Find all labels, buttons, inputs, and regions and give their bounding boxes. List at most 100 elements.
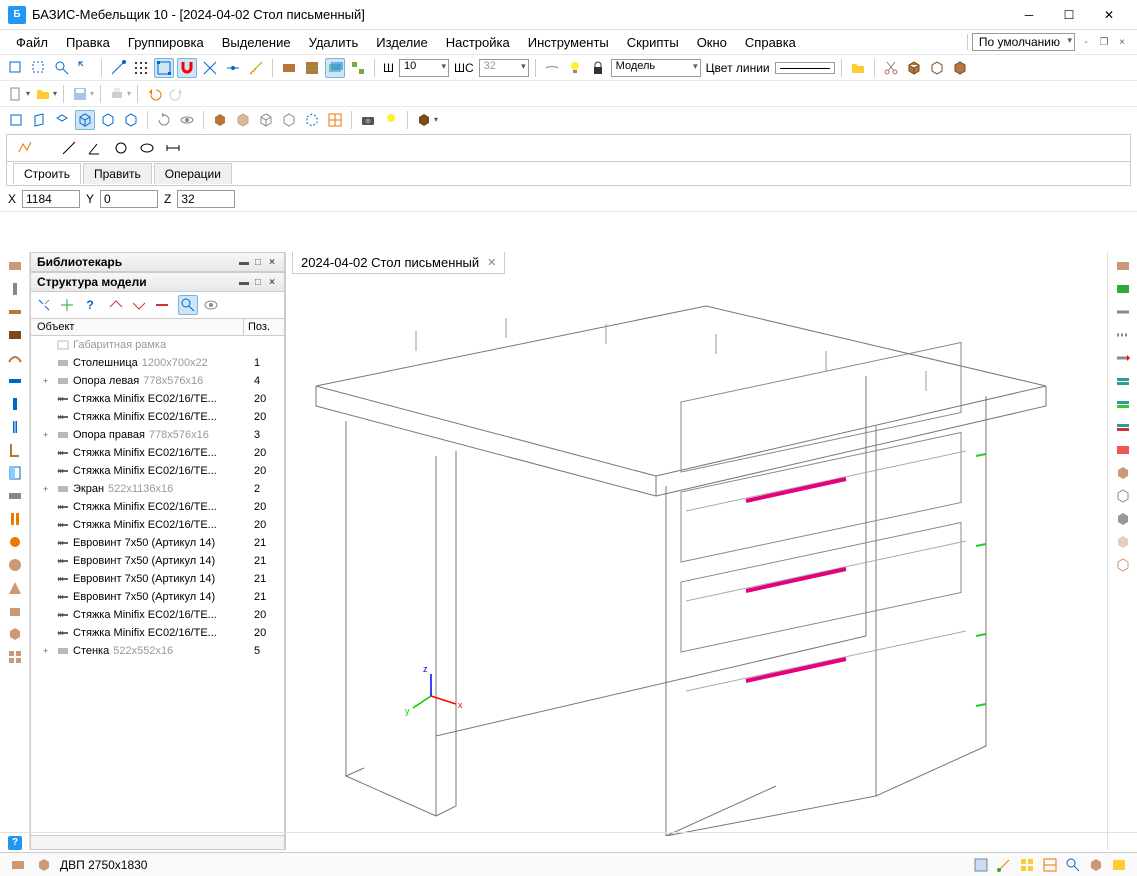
x-input[interactable] xyxy=(22,190,80,208)
snap-grid-icon[interactable] xyxy=(131,58,151,78)
tree-row[interactable]: Стяжка Minifix EC02/16/TE...20 xyxy=(31,408,284,426)
r-panel2-icon[interactable] xyxy=(1113,279,1133,299)
polyline-icon[interactable] xyxy=(15,138,35,158)
find-icon[interactable] xyxy=(178,295,198,315)
r-box4-icon[interactable] xyxy=(1113,532,1133,552)
mode-combo[interactable]: Модель xyxy=(611,59,701,77)
r-panel1-icon[interactable] xyxy=(1113,256,1133,276)
y-input[interactable] xyxy=(100,190,158,208)
r-box-icon[interactable] xyxy=(1113,463,1133,483)
r-layer1-icon[interactable] xyxy=(1113,371,1133,391)
model-view[interactable]: x y z xyxy=(286,276,1076,836)
rail-sphere-icon[interactable] xyxy=(5,555,25,575)
angle-icon[interactable] xyxy=(85,138,105,158)
tab-ops[interactable]: Операции xyxy=(154,163,232,184)
rail-hardware-icon[interactable] xyxy=(5,486,25,506)
print-dropdown-icon[interactable]: ▾ xyxy=(127,89,131,98)
rail-joint-icon[interactable] xyxy=(5,371,25,391)
shade1-icon[interactable] xyxy=(210,110,230,130)
tree-row[interactable]: +Экран522x1136x162 xyxy=(31,480,284,498)
minimize-button[interactable]: ─ xyxy=(1009,0,1049,30)
sb-icon7[interactable] xyxy=(1109,855,1129,875)
tree-row[interactable]: Стяжка Minifix EC02/16/TE...20 xyxy=(31,390,284,408)
sb-icon5[interactable] xyxy=(1063,855,1083,875)
tab-edit[interactable]: Править xyxy=(83,163,152,184)
line-color-sample[interactable] xyxy=(775,62,835,74)
tree-row[interactable]: Стяжка Minifix EC02/16/TE...20 xyxy=(31,444,284,462)
snap-node-icon[interactable] xyxy=(154,58,174,78)
view-iso3-icon[interactable] xyxy=(121,110,141,130)
split-view-icon[interactable] xyxy=(325,110,345,130)
rail-profile-icon[interactable] xyxy=(5,440,25,460)
tree-row[interactable]: +Опора правая778x576x163 xyxy=(31,426,284,444)
box1-icon[interactable] xyxy=(904,58,924,78)
material-dropdown-icon[interactable]: ▾ xyxy=(434,115,438,124)
sb-icon1[interactable] xyxy=(971,855,991,875)
light-icon[interactable] xyxy=(381,110,401,130)
rail-curve-icon[interactable] xyxy=(5,348,25,368)
menu-settings[interactable]: Настройка xyxy=(438,33,518,52)
z-input[interactable] xyxy=(177,190,235,208)
status-panel-icon[interactable] xyxy=(8,855,28,875)
mdi-close-icon[interactable]: × xyxy=(1115,35,1129,49)
menu-delete[interactable]: Удалить xyxy=(301,33,367,52)
view-iso2-icon[interactable] xyxy=(98,110,118,130)
r-box3-icon[interactable] xyxy=(1113,509,1133,529)
reveal-icon[interactable] xyxy=(542,58,562,78)
status-box-icon[interactable] xyxy=(34,855,54,875)
lock-icon[interactable] xyxy=(588,58,608,78)
tree-row[interactable]: Стяжка Minifix EC02/16/TE...20 xyxy=(31,606,284,624)
new-doc-icon[interactable] xyxy=(6,84,26,104)
orbit-icon[interactable] xyxy=(177,110,197,130)
panel-close2-icon[interactable]: × xyxy=(266,277,278,288)
up-icon[interactable] xyxy=(106,295,126,315)
tab-build[interactable]: Строить xyxy=(13,163,81,184)
save-dropdown-icon[interactable]: ▾ xyxy=(90,89,94,98)
maximize-button[interactable]: ☐ xyxy=(1049,0,1089,30)
snap-mid-icon[interactable] xyxy=(223,58,243,78)
group-icon[interactable] xyxy=(348,58,368,78)
open-doc-icon[interactable] xyxy=(33,84,53,104)
r-box5-icon[interactable] xyxy=(1113,555,1133,575)
tree-body[interactable]: Габаритная рамкаСтолешница1200x700x221+О… xyxy=(30,336,285,836)
layer-icon[interactable] xyxy=(325,58,345,78)
panel-max2-icon[interactable]: □ xyxy=(252,277,264,288)
material-box-icon[interactable] xyxy=(414,110,434,130)
menu-window[interactable]: Окно xyxy=(689,33,735,52)
material-icon[interactable] xyxy=(279,58,299,78)
tools-icon[interactable] xyxy=(34,295,54,315)
r-layer2-icon[interactable] xyxy=(1113,417,1133,437)
tree-row[interactable]: +Стенка522x552x165 xyxy=(31,642,284,660)
dimension-icon[interactable] xyxy=(163,138,183,158)
panel-close-icon[interactable]: × xyxy=(266,257,278,268)
menu-tools[interactable]: Инструменты xyxy=(520,33,617,52)
cut-icon[interactable] xyxy=(881,58,901,78)
zoom-window-icon[interactable] xyxy=(29,58,49,78)
rotate-icon[interactable] xyxy=(154,110,174,130)
circle-icon[interactable] xyxy=(111,138,131,158)
rail-assembly-icon[interactable] xyxy=(5,647,25,667)
rail-panel-icon[interactable] xyxy=(5,256,25,276)
panel-max-icon[interactable]: □ xyxy=(252,257,264,268)
sb-icon6[interactable] xyxy=(1086,855,1106,875)
doc-tab-close-icon[interactable]: ✕ xyxy=(487,256,496,269)
rail-panel2-icon[interactable] xyxy=(5,325,25,345)
tree-row[interactable]: Евровинт 7x50 (Артикул 14)21 xyxy=(31,570,284,588)
tree-row[interactable]: Евровинт 7x50 (Артикул 14)21 xyxy=(31,534,284,552)
tree-row[interactable]: Столешница1200x700x221 xyxy=(31,354,284,372)
r-screw1-icon[interactable] xyxy=(1113,302,1133,322)
rail-vgroove2-icon[interactable] xyxy=(5,417,25,437)
rail-handle-icon[interactable] xyxy=(5,509,25,529)
rail-drill-icon[interactable] xyxy=(5,279,25,299)
menu-product[interactable]: Изделие xyxy=(368,33,435,52)
line-icon[interactable] xyxy=(59,138,79,158)
undo-icon[interactable] xyxy=(144,84,164,104)
select-tool-icon[interactable] xyxy=(6,58,26,78)
tree-twisty-icon[interactable]: + xyxy=(43,484,53,494)
r-box2-icon[interactable] xyxy=(1113,486,1133,506)
help2-icon[interactable]: ? xyxy=(80,295,100,315)
rail-box-icon[interactable] xyxy=(5,624,25,644)
measure-icon[interactable] xyxy=(246,58,266,78)
structure-panel-header[interactable]: Структура модели ▬□× xyxy=(30,272,285,292)
zoom-icon[interactable] xyxy=(52,58,72,78)
